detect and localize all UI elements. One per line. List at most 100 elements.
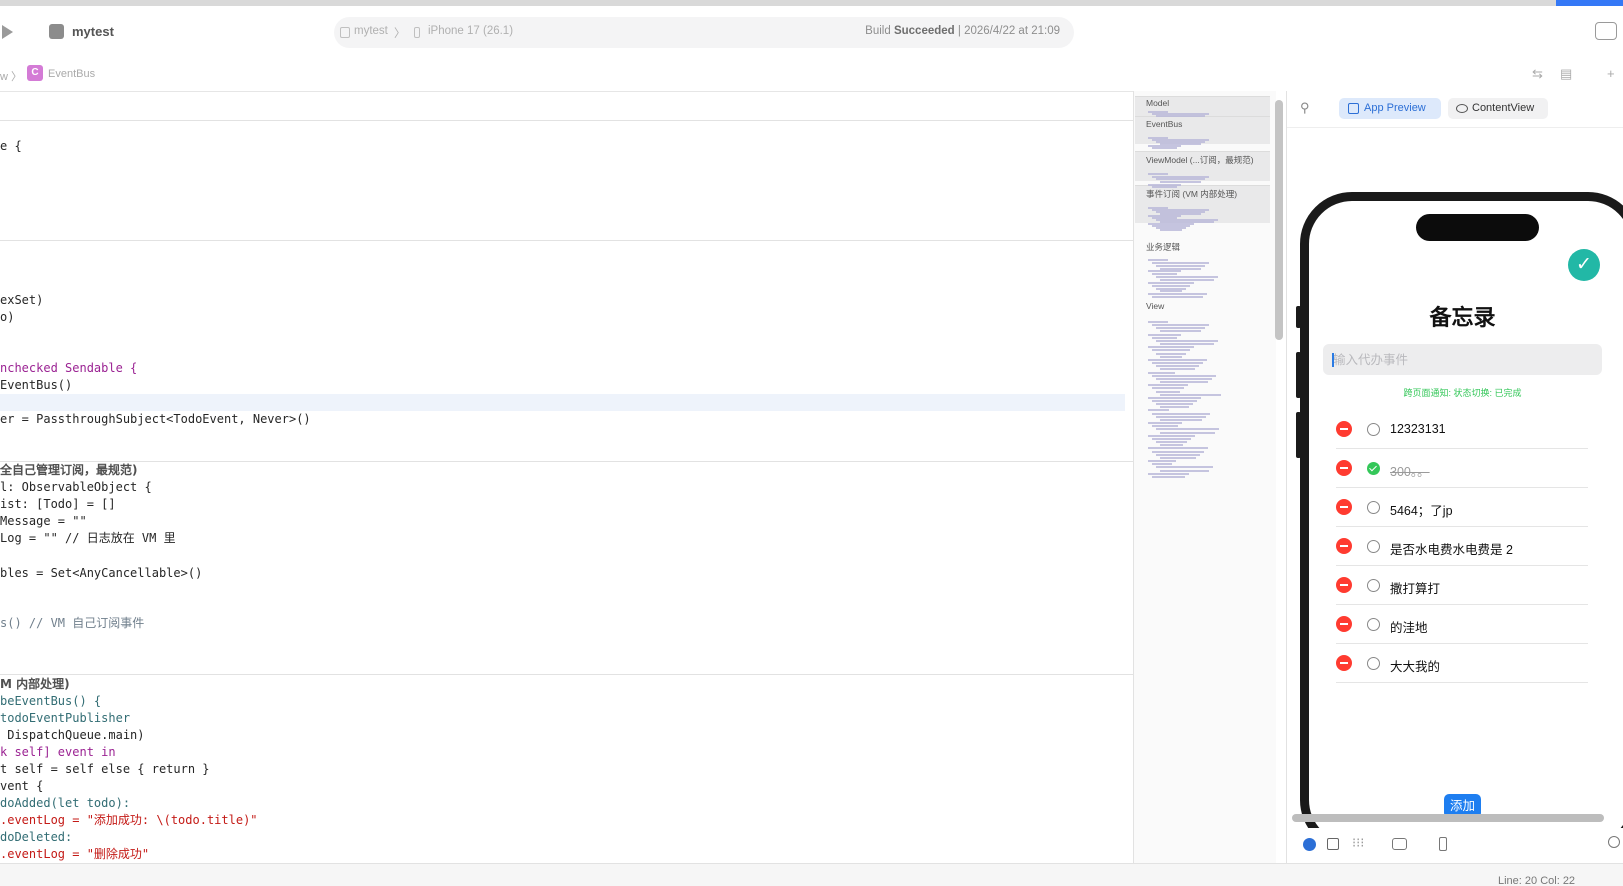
delete-icon[interactable] [1336, 460, 1352, 476]
todo-title: 12323131 [1390, 422, 1446, 436]
minimap-line [1156, 377, 1212, 380]
minimap-line [1148, 460, 1176, 463]
todo-row[interactable]: 大大我的 [1336, 644, 1588, 683]
minimap-line [1148, 434, 1195, 437]
minimap-line [1152, 463, 1172, 466]
todo-input-field[interactable] [1323, 344, 1602, 375]
circle-icon[interactable] [1367, 501, 1380, 514]
code-line: EventBus() [0, 378, 73, 392]
minimap-line [1160, 456, 1196, 459]
code-editor[interactable]: e { exSet) o) nchecked Sendable { EventB… [0, 91, 1133, 871]
code-line: Message = "" [0, 514, 87, 528]
pin-icon[interactable]: ⚲ [1300, 100, 1310, 116]
text-caret [1332, 353, 1334, 367]
circle-icon[interactable] [1367, 423, 1380, 436]
minimap-line [1148, 396, 1201, 399]
minimap-line [1156, 453, 1200, 456]
code-line: ist: [Todo] = [] [0, 497, 116, 511]
add-editor-icon[interactable]: + [1607, 66, 1615, 81]
build-status-prefix: Build [865, 25, 891, 37]
minimap-line [1156, 403, 1193, 406]
minimap-line [1148, 447, 1208, 450]
section-divider [0, 461, 1133, 462]
code-line: .eventLog = "删除成功" [0, 847, 150, 861]
code-line: .eventLog = "添加成功: \(todo.title)" [0, 813, 258, 827]
minimap-line [1160, 343, 1214, 346]
delete-icon[interactable] [1336, 655, 1352, 671]
minimap-line [1160, 469, 1209, 472]
tab-content-view[interactable]: ContentView [1448, 98, 1548, 119]
preview-divider [1287, 127, 1623, 128]
minimap-line [1160, 393, 1221, 396]
delete-icon[interactable] [1336, 577, 1352, 593]
device-settings-icon[interactable] [1439, 837, 1447, 851]
circle-icon[interactable] [1367, 618, 1380, 631]
inspector-icon[interactable]: ▤ [1560, 66, 1572, 82]
minimap-line [1152, 475, 1185, 478]
minimap-line [1160, 406, 1189, 409]
minimap-line [1148, 371, 1175, 374]
delete-icon[interactable] [1336, 616, 1352, 632]
delete-icon[interactable] [1336, 421, 1352, 437]
todo-row[interactable]: 5464；了jp [1336, 488, 1588, 527]
editor-scrollbar[interactable] [1275, 100, 1283, 340]
jumpbar-current[interactable]: EventBus [48, 68, 95, 80]
minimap-line [1156, 415, 1206, 418]
circle-icon[interactable] [1367, 540, 1380, 553]
variants-icon[interactable] [1392, 838, 1407, 850]
minimap-line [1152, 374, 1216, 377]
code-line: DispatchQueue.main) [0, 728, 145, 742]
tab-app-preview-label: App Preview [1364, 102, 1426, 114]
dynamic-island [1416, 214, 1539, 241]
related-items-icon[interactable]: ⇆ [1532, 66, 1543, 82]
scheme-name[interactable]: mytest [354, 25, 388, 37]
tab-app-preview[interactable]: App Preview [1339, 98, 1441, 119]
live-preview-icon[interactable] [1303, 838, 1316, 851]
todo-row[interactable]: 12323131 [1336, 410, 1588, 449]
circle-icon[interactable] [1367, 657, 1380, 670]
activity-status-bar[interactable]: mytest 〉 iPhone 17 (26.1) Build Succeede… [334, 17, 1074, 48]
project-name[interactable]: mytest [72, 24, 114, 39]
code-line: nchecked Sendable { [0, 360, 137, 377]
tab-content-view-label: ContentView [1472, 102, 1535, 114]
todo-title: 大大我的 [1390, 660, 1441, 674]
minimap-line [1148, 472, 1189, 475]
todo-row[interactable]: 300。。 [1336, 449, 1588, 488]
grid-icon[interactable]: ⁝⁝⁝ [1352, 835, 1364, 851]
todo-input[interactable] [1323, 344, 1602, 375]
minimap-line [1160, 368, 1195, 371]
delete-icon[interactable] [1336, 499, 1352, 515]
circle-icon[interactable] [1367, 579, 1380, 592]
zoom-icon[interactable] [1608, 836, 1620, 848]
delete-icon[interactable] [1336, 538, 1352, 554]
minimap-line [1160, 267, 1201, 270]
minimap-section-title: Model [1146, 98, 1170, 108]
todo-row[interactable]: 撒打算打 [1336, 566, 1588, 605]
minimap-line [1160, 229, 1182, 231]
scheme-icon [340, 27, 350, 38]
jumpbar-parent[interactable]: w 〉 [0, 68, 22, 84]
checked-circle-icon[interactable] [1367, 462, 1380, 475]
code-line: k self] event in [0, 745, 116, 759]
minimap-line [1160, 431, 1215, 434]
checkmark-icon[interactable]: ✓ [1568, 249, 1600, 281]
minimap-line [1156, 264, 1205, 267]
app-title: 备忘录 [1429, 305, 1496, 330]
minimap-line [1148, 384, 1188, 387]
minimap-line [1152, 324, 1209, 327]
run-icon[interactable] [2, 25, 13, 39]
todo-row[interactable]: 是否水电费水电费是 2 [1336, 527, 1588, 566]
select-icon[interactable] [1327, 838, 1339, 850]
todo-row[interactable]: 的洼地 [1336, 605, 1588, 644]
device-name[interactable]: iPhone 17 (26.1) [428, 25, 513, 37]
minimap-line [1148, 293, 1207, 296]
code-line: bles = Set<AnyCancellable>() [0, 566, 203, 580]
minimap-line [1152, 284, 1190, 287]
code-line: doDeleted: [0, 830, 73, 844]
minimap-section-title: 事件订阅 (VM 内部处理) [1146, 189, 1238, 199]
minimap[interactable]: Model EventBus ViewModel (...订阅，最规范) 事件订… [1133, 91, 1276, 871]
preview-scrollbar[interactable] [1292, 814, 1604, 822]
eye-icon [1456, 104, 1468, 113]
minimap-line [1160, 279, 1214, 281]
sidebar-toggle-icon[interactable] [1595, 22, 1617, 40]
